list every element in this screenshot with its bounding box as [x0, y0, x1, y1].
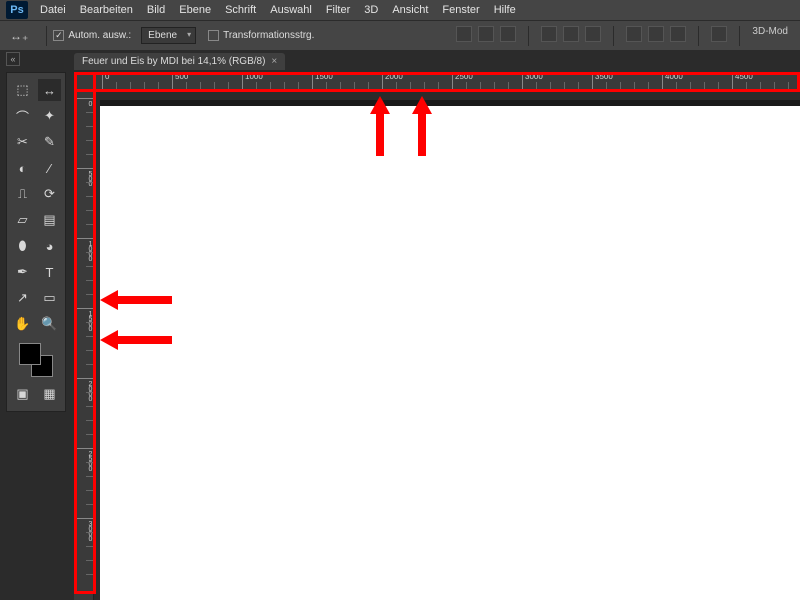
- menu-image[interactable]: Bild: [147, 4, 165, 16]
- marquee-tool[interactable]: ⬚: [11, 79, 34, 101]
- align-bottom-icon[interactable]: [500, 26, 516, 42]
- menu-type[interactable]: Schrift: [225, 4, 256, 16]
- menu-help[interactable]: Hilfe: [494, 4, 516, 16]
- foreground-swatch[interactable]: [19, 343, 41, 365]
- menu-edit[interactable]: Bearbeiten: [80, 4, 133, 16]
- move-tool-icon: ↔₊: [10, 29, 28, 43]
- history-brush-tool[interactable]: ⟳: [38, 183, 61, 205]
- annotation-ruler-v-highlight: [74, 72, 96, 594]
- lasso-tool[interactable]: ⌒: [11, 105, 34, 127]
- panel-collapse-toggle[interactable]: «: [6, 52, 20, 66]
- hand-tool[interactable]: ✋: [11, 313, 34, 335]
- menu-filter[interactable]: Filter: [326, 4, 350, 16]
- canvas-area: 050010001500200025003000350040004500 050…: [74, 72, 800, 600]
- distribute-2-icon[interactable]: [648, 26, 664, 42]
- transform-controls-checkbox[interactable]: Transformationsstrg.: [208, 30, 326, 41]
- zoom-tool[interactable]: 🔍: [38, 313, 61, 335]
- menu-layer[interactable]: Ebene: [179, 4, 211, 16]
- distribute-3-icon[interactable]: [670, 26, 686, 42]
- mode-3d-label[interactable]: 3D-Mod: [752, 26, 788, 46]
- align-vcenter-icon[interactable]: [478, 26, 494, 42]
- color-swatches[interactable]: [19, 343, 53, 377]
- document-title: Feuer und Eis by MDI bei 14,1% (RGB/8): [82, 56, 265, 67]
- menu-bar: Ps Datei Bearbeiten Bild Ebene Schrift A…: [0, 0, 800, 20]
- blur-tool[interactable]: ⬮: [11, 235, 34, 257]
- transform-label: Transformationsstrg.: [223, 30, 314, 41]
- menu-view[interactable]: Ansicht: [392, 4, 428, 16]
- stamp-tool[interactable]: ⎍: [11, 183, 34, 205]
- align-hcenter-icon[interactable]: [563, 26, 579, 42]
- distribute-4-icon[interactable]: [711, 26, 727, 42]
- align-right-icon[interactable]: [585, 26, 601, 42]
- menu-file[interactable]: Datei: [40, 4, 66, 16]
- crop-tool[interactable]: ✂: [11, 131, 34, 153]
- align-top-icon[interactable]: [456, 26, 472, 42]
- path-tool[interactable]: ↗: [11, 287, 34, 309]
- eraser-tool[interactable]: ▱: [11, 209, 34, 231]
- screen-mode-toggle[interactable]: ▦: [38, 383, 61, 405]
- dodge-tool[interactable]: ◕: [38, 235, 61, 257]
- align-buttons: 3D-Mod: [456, 26, 800, 46]
- type-tool[interactable]: T: [38, 261, 61, 283]
- menu-3d[interactable]: 3D: [364, 4, 378, 16]
- pen-tool[interactable]: ✒: [11, 261, 34, 283]
- gradient-tool[interactable]: ▤: [38, 209, 61, 231]
- annotation-ruler-h-highlight: [74, 72, 800, 92]
- heal-tool[interactable]: ◐: [11, 157, 34, 179]
- app-logo: Ps: [6, 1, 28, 19]
- menu-window[interactable]: Fenster: [442, 4, 479, 16]
- auto-select-checkbox[interactable]: ✓Autom. ausw.:: [53, 30, 131, 41]
- shape-tool[interactable]: ▭: [38, 287, 61, 309]
- document-tab[interactable]: Feuer und Eis by MDI bei 14,1% (RGB/8) ×: [74, 53, 285, 70]
- document-tab-bar: Feuer und Eis by MDI bei 14,1% (RGB/8) ×: [0, 50, 800, 70]
- toolbox: ⬚↔ ⌒✦ ✂✎ ◐⁄ ⎍⟳ ▱▤ ⬮◕ ✒T ↗▭ ✋🔍 ▣▦: [6, 72, 66, 412]
- document-canvas[interactable]: [100, 100, 800, 600]
- wand-tool[interactable]: ✦: [38, 105, 61, 127]
- brush-tool[interactable]: ⁄: [38, 157, 61, 179]
- distribute-1-icon[interactable]: [626, 26, 642, 42]
- move-tool[interactable]: ↔: [38, 79, 61, 101]
- quickmask-toggle[interactable]: ▣: [11, 383, 34, 405]
- layer-select[interactable]: Ebene: [141, 27, 196, 44]
- align-left-icon[interactable]: [541, 26, 557, 42]
- auto-select-label: Autom. ausw.:: [68, 30, 131, 41]
- eyedropper-tool[interactable]: ✎: [38, 131, 61, 153]
- close-tab-icon[interactable]: ×: [271, 56, 277, 67]
- menu-select[interactable]: Auswahl: [270, 4, 312, 16]
- options-bar: ↔₊ ✓Autom. ausw.: Ebene Transformationss…: [0, 20, 800, 50]
